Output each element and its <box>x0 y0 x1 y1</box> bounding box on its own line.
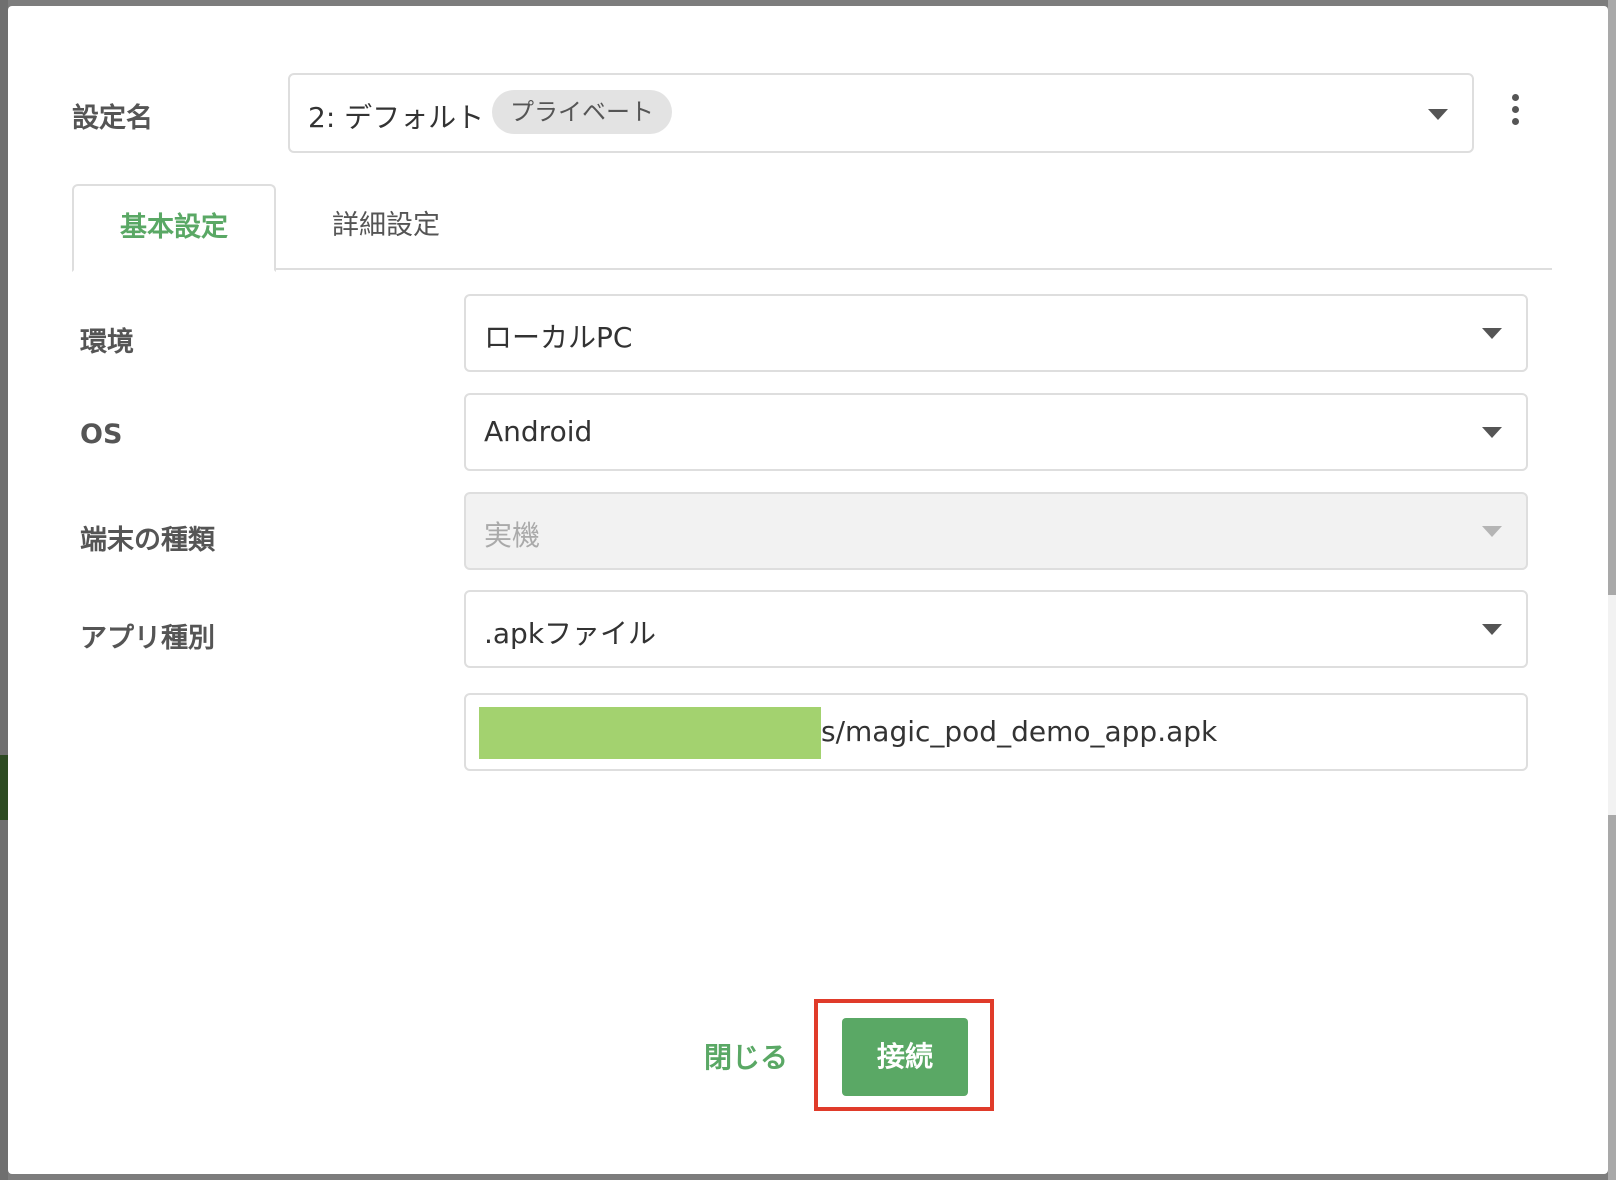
backdrop-right-light-block <box>1608 595 1616 815</box>
environment-label: 環境 <box>80 327 134 358</box>
chevron-down-icon <box>1482 624 1502 635</box>
tab-basic-settings[interactable]: 基本設定 <box>72 184 276 272</box>
app-type-label: アプリ種別 <box>80 623 215 654</box>
private-badge: プライベート <box>492 90 672 134</box>
redacted-path-block <box>479 707 821 759</box>
chevron-down-icon <box>1482 328 1502 339</box>
close-button[interactable]: 閉じる <box>704 1036 788 1076</box>
app-file-path-input[interactable]: s/magic_pod_demo_app.apk <box>464 693 1528 771</box>
backdrop-right-edge <box>1608 0 1616 1180</box>
more-options-icon[interactable] <box>1505 94 1525 134</box>
connect-button[interactable]: 接続 <box>842 1018 968 1096</box>
config-name-label: 設定名 <box>72 103 153 134</box>
chevron-down-icon <box>1482 427 1502 438</box>
os-select[interactable]: Android <box>464 393 1528 471</box>
app-type-select-value: .apkファイル <box>484 617 657 650</box>
settings-tabs: 基本設定 詳細設定 <box>72 184 1552 272</box>
chevron-down-icon <box>1428 109 1448 120</box>
tab-advanced-settings[interactable]: 詳細設定 <box>296 184 476 270</box>
config-select-value: 2: デフォルト <box>308 101 485 134</box>
device-settings-dialog: 設定名 2: デフォルト プライベート 基本設定 詳細設定 環境 ローカルPC … <box>8 6 1608 1174</box>
chevron-down-icon <box>1482 526 1502 537</box>
app-type-select[interactable]: .apkファイル <box>464 590 1528 668</box>
environment-select[interactable]: ローカルPC <box>464 294 1528 372</box>
os-label: OS <box>80 419 123 450</box>
config-select[interactable]: 2: デフォルト プライベート <box>288 73 1474 153</box>
device-type-select: 実機 <box>464 492 1528 570</box>
backdrop-left-dark-block <box>0 755 8 820</box>
backdrop-left-edge <box>0 0 8 1180</box>
device-type-label: 端末の種類 <box>80 525 215 556</box>
os-select-value: Android <box>484 415 593 448</box>
app-file-path-value: s/magic_pod_demo_app.apk <box>821 715 1218 748</box>
device-type-select-value: 実機 <box>484 519 541 552</box>
environment-select-value: ローカルPC <box>484 321 633 354</box>
